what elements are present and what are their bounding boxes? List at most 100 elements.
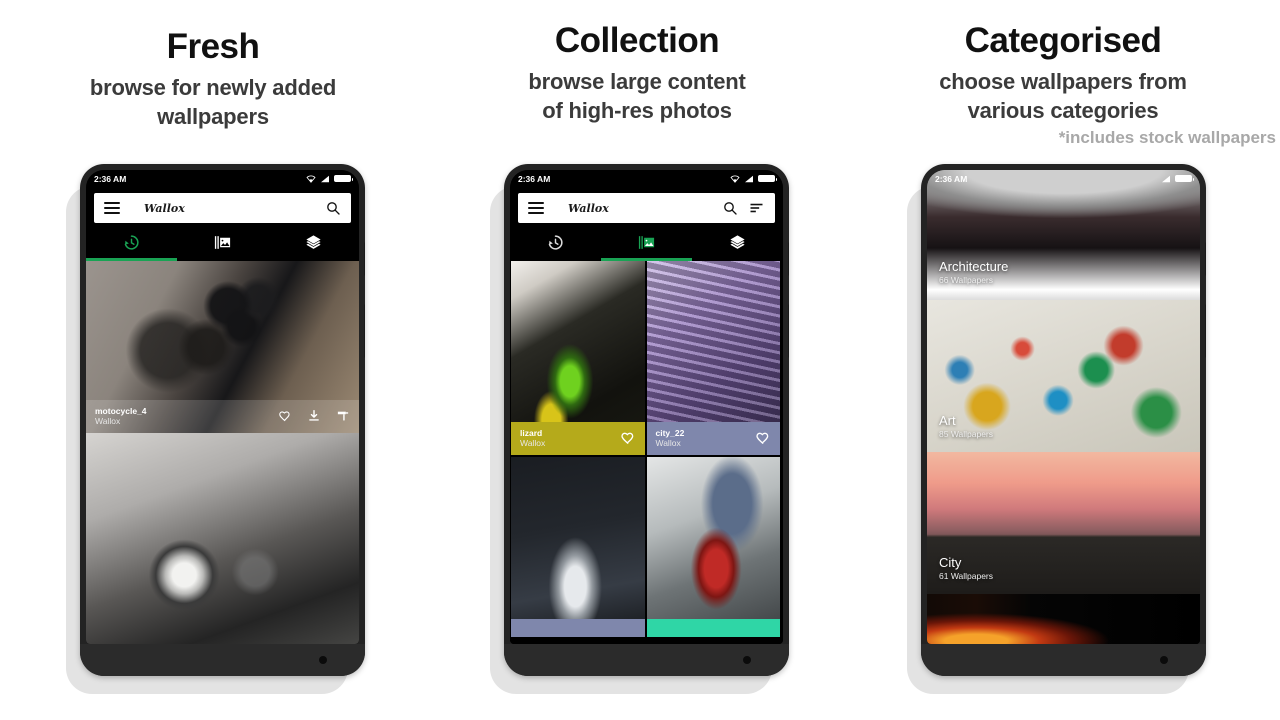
promo-screenshot-stage: Fresh browse for newly added wallpapers … <box>0 0 1280 720</box>
grid-actions <box>755 430 771 446</box>
status-time-3: 2:36 AM <box>935 173 968 184</box>
category-card-partial[interactable] <box>927 594 1200 644</box>
wifi-icon <box>730 175 740 183</box>
phone-chin-2 <box>504 644 789 676</box>
phone-chin-1 <box>80 644 365 676</box>
app-name-label-1: Wallox <box>144 201 185 215</box>
grid-actions <box>620 430 636 446</box>
grid-author: Wallox <box>655 438 681 449</box>
wallpaper-card-moto2[interactable] <box>86 433 359 644</box>
grid-card-city22[interactable]: city_22 Wallox <box>646 261 780 455</box>
download-icon[interactable] <box>307 409 321 423</box>
battery-icon <box>758 175 777 182</box>
panel-2-heading-block: Collection browse large content of high-… <box>424 21 850 126</box>
phone-body-1: 2:36 AM Wallox motocycle_4 Wallox <box>80 164 365 676</box>
grid-card-shoe[interactable] <box>646 457 780 637</box>
category-count: 85 Wallpapers <box>939 428 994 439</box>
front-camera-dot-3 <box>1160 656 1168 664</box>
search-icon[interactable] <box>325 200 341 216</box>
sidebar-item-collections[interactable] <box>177 223 268 261</box>
status-icons-3 <box>1161 175 1194 183</box>
phone-mockup-1: 2:36 AM Wallox motocycle_4 Wallox <box>62 158 372 703</box>
signal-icon <box>745 175 753 182</box>
wallpaper-thumb-moto2 <box>86 433 359 644</box>
tab-bar-1 <box>86 223 359 261</box>
phone-body-3: 2:36 AM Architecture 66 Wallpapers Art 8… <box>921 164 1206 676</box>
phone-screen-1: 2:36 AM Wallox motocycle_4 Wallox <box>86 170 359 644</box>
menu-icon[interactable] <box>528 201 544 215</box>
category-card-city[interactable]: City 61 Wallpapers <box>927 452 1200 594</box>
grid-card-meta <box>646 619 780 637</box>
apply-wallpaper-icon[interactable] <box>336 409 350 423</box>
category-count: 61 Wallpapers <box>939 570 994 581</box>
grid-card-car[interactable] <box>511 457 645 637</box>
phone-side-button-bottom-2[interactable] <box>788 304 789 358</box>
signal-icon <box>1162 175 1170 182</box>
sidebar-item-history[interactable] <box>86 223 177 261</box>
phone-chin-3 <box>921 644 1206 676</box>
app-name-label-2: Wallox <box>568 201 609 215</box>
sidebar-item-layers[interactable] <box>268 223 359 261</box>
category-card-art[interactable]: Art 85 Wallpapers <box>927 300 1200 452</box>
panel-1-subtitle: browse for newly added wallpapers <box>89 74 337 130</box>
category-label-block: City 61 Wallpapers <box>939 555 993 582</box>
phone-screen-3: 2:36 AM Architecture 66 Wallpapers Art 8… <box>927 170 1200 644</box>
wallpaper-author: Wallox <box>95 416 121 427</box>
search-icon[interactable] <box>722 200 738 216</box>
panel-3-title: Categorised <box>964 21 1162 60</box>
category-label-block: Art 85 Wallpapers <box>939 413 993 440</box>
phone-mockup-2: 2:36 AM Wallox lizard Wallox city_22 Wal… <box>486 158 796 703</box>
grid-author: Wallox <box>520 438 546 449</box>
phone-side-button-top-1[interactable] <box>364 242 365 276</box>
grid-card-meta: city_22 Wallox <box>646 421 780 455</box>
category-title: City <box>939 554 962 570</box>
panel-1-title: Fresh <box>166 27 260 66</box>
search-bar-1[interactable]: Wallox <box>94 193 351 223</box>
history-icon <box>124 234 139 250</box>
status-bar-1: 2:36 AM <box>86 170 359 187</box>
phone-mockup-3: 2:36 AM Architecture 66 Wallpapers Art 8… <box>903 158 1213 703</box>
layers-icon <box>730 234 745 249</box>
sidebar-item-collections[interactable] <box>601 223 692 261</box>
grid-meta-text: lizard Wallox <box>520 428 620 449</box>
layers-icon <box>306 234 321 249</box>
sidebar-item-layers[interactable] <box>692 223 783 261</box>
panel-2-subtitle: browse large content of high-res photos <box>528 68 746 124</box>
collections-icon <box>214 235 231 249</box>
heart-icon[interactable] <box>278 409 292 423</box>
phone-side-button-top-2[interactable] <box>788 242 789 276</box>
wifi-icon <box>306 175 316 183</box>
wallpaper-card-moto4[interactable]: motocycle_4 Wallox <box>86 261 359 433</box>
grid-card-meta: lizard Wallox <box>511 421 645 455</box>
search-bar-2[interactable]: Wallox <box>518 193 775 223</box>
status-bar-3: 2:36 AM <box>927 170 1200 187</box>
grid-title: city_22 <box>655 427 685 438</box>
status-icons-2 <box>730 175 777 183</box>
grid-card-lizard[interactable]: lizard Wallox <box>511 261 645 455</box>
heart-icon[interactable] <box>755 430 771 446</box>
wallpaper-thumb-car <box>511 457 645 637</box>
wallpaper-thumb-shoe <box>646 457 780 637</box>
category-title: Architecture <box>939 258 1009 274</box>
front-camera-dot-1 <box>319 656 327 664</box>
phone-body-2: 2:36 AM Wallox lizard Wallox city_22 Wal… <box>504 164 789 676</box>
menu-icon[interactable] <box>104 201 120 215</box>
wallpaper-actions <box>278 409 350 423</box>
category-list-3: Architecture 66 Wallpapers Art 85 Wallpa… <box>927 170 1200 644</box>
status-time-2: 2:36 AM <box>518 173 551 184</box>
battery-icon <box>334 175 353 182</box>
sort-icon[interactable] <box>748 200 765 216</box>
phone-side-button-bottom-3[interactable] <box>1205 304 1206 358</box>
promo-panel-collection: Collection browse large content of high-… <box>424 0 850 720</box>
status-bar-2: 2:36 AM <box>510 170 783 187</box>
top-toolbar-1: Wallox <box>86 187 359 223</box>
front-camera-dot-2 <box>743 656 751 664</box>
phone-side-button-bottom-1[interactable] <box>364 304 365 358</box>
category-card-architecture[interactable]: Architecture 66 Wallpapers <box>927 170 1200 300</box>
grid-meta-text: city_22 Wallox <box>656 428 756 449</box>
heart-icon[interactable] <box>620 430 636 446</box>
grid-card-meta <box>511 619 645 637</box>
sidebar-item-history[interactable] <box>510 223 601 261</box>
phone-side-button-top-3[interactable] <box>1205 242 1206 276</box>
promo-panel-categorised: Categorised choose wallpapers from vario… <box>850 0 1276 720</box>
